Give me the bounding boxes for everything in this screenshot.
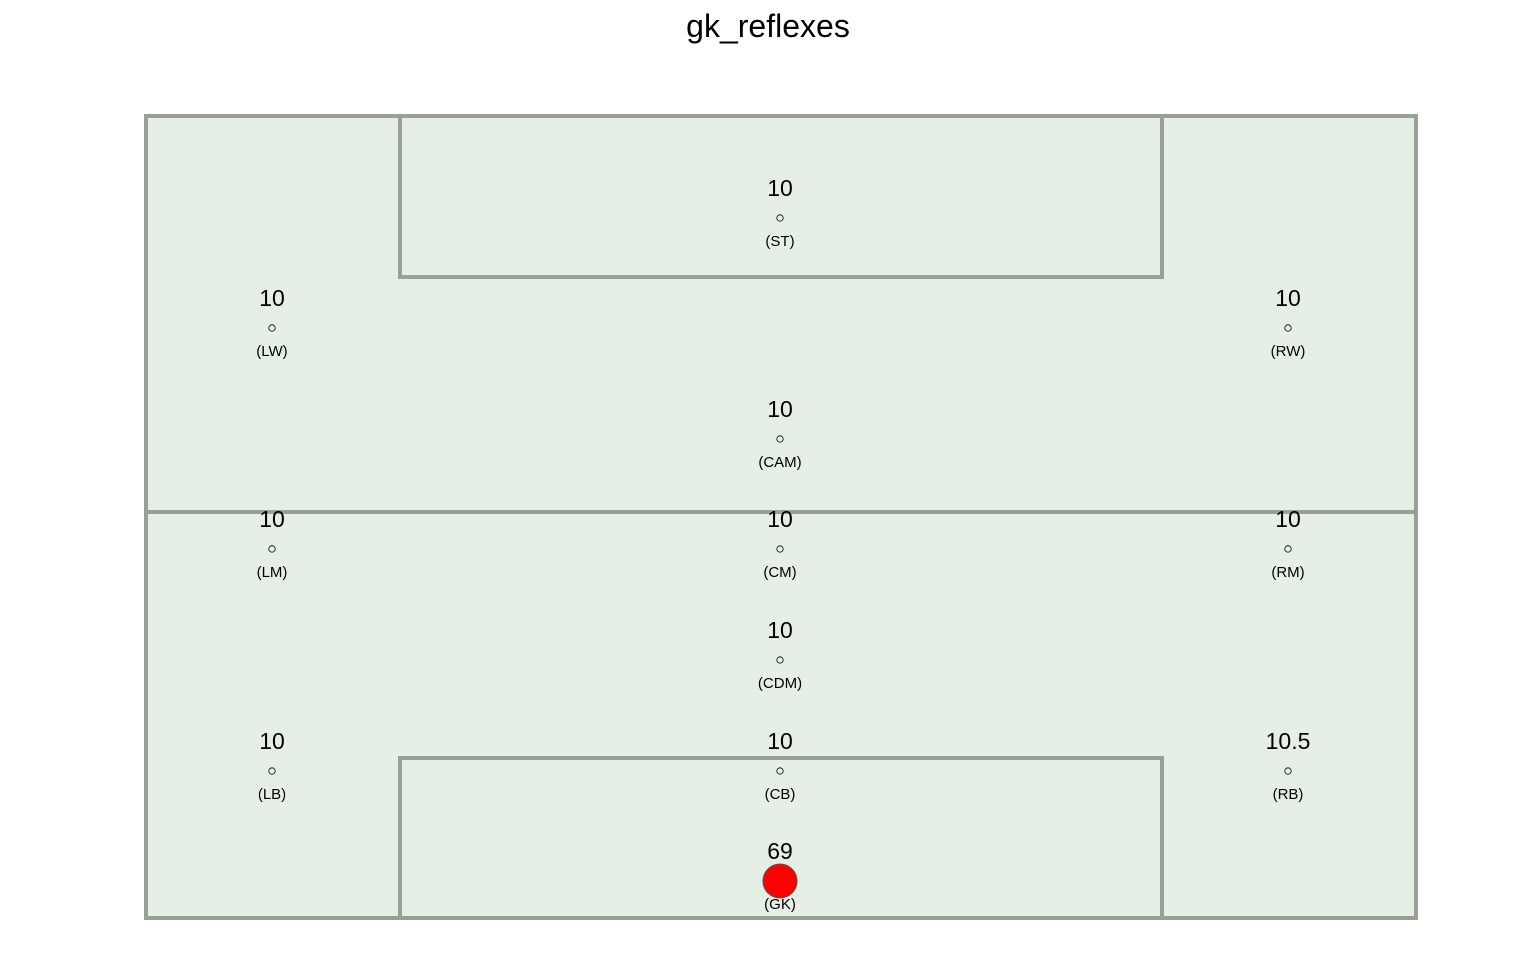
position-label-cam: (CAM) (758, 454, 801, 471)
value-label-cb: 10 (767, 728, 793, 754)
position-gk: 69 (GK) (762, 838, 798, 913)
position-label-cb: (CB) (765, 786, 796, 803)
position-label-lb: (LB) (258, 786, 286, 803)
position-label-lm: (LM) (257, 564, 288, 581)
marker-lm (268, 545, 276, 553)
position-label-rm: (RM) (1271, 564, 1304, 581)
marker-gk (762, 863, 798, 899)
value-label-rw: 10 (1275, 285, 1301, 311)
value-label-cm: 10 (767, 506, 793, 532)
marker-lb (268, 767, 276, 775)
marker-cam (776, 435, 784, 443)
marker-rw (1284, 324, 1292, 332)
marker-cdm (776, 656, 784, 664)
position-label-cm: (CM) (763, 564, 796, 581)
marker-rb (1284, 767, 1292, 775)
value-label-st: 10 (767, 175, 793, 201)
position-label-st: (ST) (765, 233, 794, 250)
pitch-chart: 10 (ST) 10 (LW) 10 (RW) 10 (CAM) 10 (LM) 10 (CM) 10 (… (144, 114, 1418, 920)
position-label-rw: (RW) (1271, 343, 1306, 360)
marker-cm (776, 545, 784, 553)
position-label-rb: (RB) (1273, 786, 1304, 803)
marker-lw (268, 324, 276, 332)
position-label-cdm: (CDM) (758, 675, 802, 692)
value-label-cdm: 10 (767, 617, 793, 643)
marker-st (776, 214, 784, 222)
value-label-cam: 10 (767, 396, 793, 422)
value-label-gk: 69 (767, 838, 793, 864)
value-label-rb: 10.5 (1266, 728, 1311, 754)
value-label-lm: 10 (259, 506, 285, 532)
position-label-lw: (LW) (256, 343, 287, 360)
value-label-lw: 10 (259, 285, 285, 311)
marker-cb (776, 767, 784, 775)
value-label-rm: 10 (1275, 506, 1301, 532)
value-label-lb: 10 (259, 728, 285, 754)
marker-rm (1284, 545, 1292, 553)
position-label-gk: (GK) (764, 896, 796, 913)
